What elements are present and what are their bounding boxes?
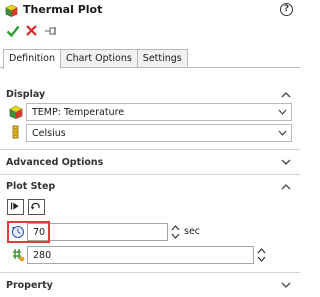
advanced-options-section-header[interactable]: Advanced Options (0, 154, 300, 172)
time-spinner[interactable] (171, 223, 180, 241)
loop-icon (30, 202, 40, 210)
pin-icon[interactable] (44, 25, 58, 37)
help-icon[interactable]: ? (280, 3, 293, 16)
highlight-box (7, 221, 50, 243)
title-bar: Thermal Plot ? (0, 0, 300, 20)
chevron-down-icon[interactable] (281, 282, 291, 289)
tab-definition[interactable]: Definition (3, 49, 62, 69)
thermometer-icon (12, 125, 19, 139)
play-icon (10, 202, 19, 210)
chevron-down-icon (278, 130, 287, 136)
display-section-header[interactable]: Display (0, 86, 300, 104)
plot-step-section-header[interactable]: Plot Step (0, 178, 300, 196)
property-section-header[interactable]: Property (0, 277, 300, 295)
section-divider (0, 174, 300, 175)
panel-title: Thermal Plot (23, 3, 103, 16)
chevron-down-icon (278, 109, 287, 115)
time-unit-label: sec (184, 226, 201, 237)
tab-chart-options[interactable]: Chart Options (60, 49, 138, 68)
plot-step-value: 280 (33, 250, 52, 261)
advanced-options-title: Advanced Options (6, 157, 104, 168)
loop-button[interactable] (28, 199, 45, 215)
temperature-quantity-icon (9, 105, 23, 119)
units-select[interactable]: Celsius (26, 124, 292, 142)
section-divider (0, 272, 300, 273)
chevron-up-icon[interactable] (281, 183, 291, 190)
cancel-x-icon[interactable] (25, 24, 38, 37)
property-title: Property (6, 280, 53, 291)
section-divider (0, 149, 300, 150)
chevron-down-icon[interactable] (281, 159, 291, 166)
quantity-select[interactable]: TEMP: Temperature (26, 103, 292, 121)
tab-strip: Definition Chart Options Settings (3, 49, 188, 69)
plot-step-input[interactable]: 280 (27, 246, 254, 264)
step-spinner[interactable] (257, 246, 266, 264)
thermal-plot-icon (5, 4, 18, 17)
action-bar (0, 22, 300, 40)
chevron-up-icon[interactable] (281, 91, 291, 98)
play-button[interactable] (7, 199, 24, 215)
ok-check-icon[interactable] (6, 24, 20, 38)
quantity-select-value: TEMP: Temperature (32, 107, 125, 118)
step-count-icon (13, 249, 25, 262)
plot-step-title: Plot Step (6, 181, 56, 192)
tab-settings[interactable]: Settings (136, 49, 188, 68)
display-section-title: Display (6, 89, 46, 100)
units-select-value: Celsius (32, 128, 66, 139)
